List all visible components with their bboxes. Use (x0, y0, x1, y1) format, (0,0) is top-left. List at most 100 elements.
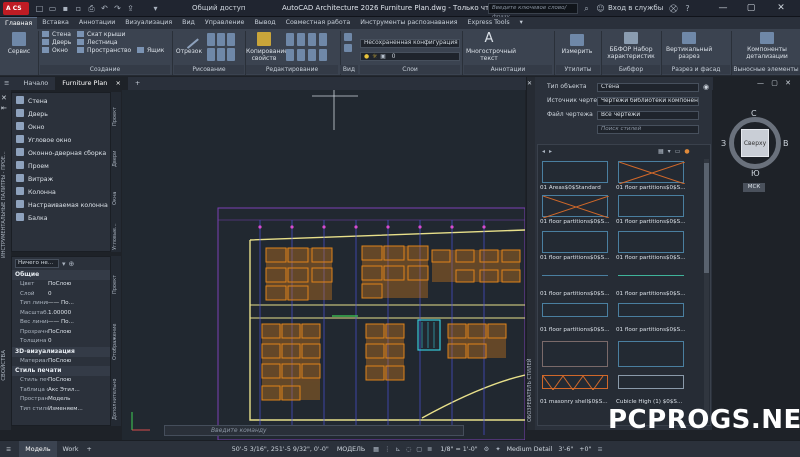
file-select[interactable]: Все чертежи (597, 111, 699, 120)
props-tab-display[interactable]: Отображение (112, 320, 120, 360)
window-tool[interactable]: Окно (42, 47, 71, 55)
bibfor-button[interactable]: ББФОР Набор характеристик (603, 32, 659, 60)
color-icon[interactable]: ● (684, 148, 689, 155)
prop-row[interactable]: Толщина 0 (12, 337, 110, 347)
workspace-icon[interactable]: ⚙ (484, 441, 490, 457)
close-button[interactable]: ✕ (770, 0, 792, 17)
scrollbar-thumb[interactable] (704, 163, 709, 273)
source-select[interactable]: Чертежи библиотеки компонен... (597, 97, 699, 106)
tab-recognition[interactable]: Инструменты распознавания (355, 17, 462, 29)
view-icon[interactable] (344, 33, 352, 41)
new-tab-button[interactable]: + (128, 77, 147, 90)
compass-east[interactable]: В (783, 139, 789, 148)
box-tool[interactable]: Ящик (137, 47, 164, 55)
polar-toggle-icon[interactable]: ◌ (406, 441, 412, 457)
style-item[interactable]: 01 floor partitions$0$S... (540, 291, 614, 297)
annotation-scale[interactable]: 1/8" = 1'-0" (440, 441, 477, 457)
back-icon[interactable]: ◂ (542, 148, 545, 155)
arc-icon[interactable] (207, 33, 215, 46)
close-tab-icon[interactable]: × (115, 79, 120, 87)
rotate-icon[interactable] (297, 33, 305, 46)
copy-icon[interactable] (286, 48, 294, 61)
palette-item-opening[interactable]: Проем (12, 160, 110, 173)
style-thumb-14[interactable] (618, 375, 684, 389)
style-item[interactable]: 01 floor partitions$0$S... (616, 327, 690, 333)
utilities-panel-label[interactable]: Утилиты (556, 65, 600, 74)
refresh-icon[interactable]: ◉ (703, 83, 709, 91)
stair-tool[interactable]: Лестница (77, 39, 131, 47)
quick-select-icon[interactable]: ▾ (62, 260, 66, 268)
type-select[interactable]: Стена (597, 83, 699, 92)
rect-icon[interactable] (227, 33, 235, 46)
palette-tab-windows[interactable]: Окна (112, 180, 120, 205)
visual-style-icon[interactable] (344, 44, 352, 52)
grid-view-icon[interactable]: ▦ (658, 148, 664, 155)
tab-list-icon[interactable]: ≡ (0, 77, 16, 90)
print-icon[interactable]: ⎙ (86, 3, 97, 14)
compass-south[interactable]: Ю (751, 169, 760, 178)
palette-item-custom-column[interactable]: Настраиваемая колонна (12, 199, 110, 212)
match-properties-button[interactable]: Копирование свойств (246, 32, 288, 62)
style-item[interactable]: 01 floor partitions$0$S... (540, 255, 614, 261)
trim-icon[interactable] (308, 33, 316, 46)
detail-components-button[interactable]: Компоненты детализации (740, 32, 794, 60)
cart-icon[interactable]: ⛒ (668, 3, 679, 14)
ortho-toggle-icon[interactable]: ⊾ (395, 441, 400, 457)
style-item[interactable]: 01 floor partitions$0$S... (616, 255, 690, 261)
style-item[interactable]: 01 floor partitions$0$S... (616, 291, 690, 297)
palette-tab-corner[interactable]: Угловые... (112, 210, 120, 250)
tab-render[interactable]: Визуализация (120, 17, 177, 29)
prop-row[interactable]: Материал ПоСлою (12, 357, 110, 367)
prop-row[interactable]: Простран...Модель (12, 395, 110, 405)
command-input[interactable]: Введите команду (164, 425, 464, 436)
spline-icon[interactable] (227, 48, 235, 61)
circle-icon[interactable] (217, 33, 225, 46)
tab-furniture-plan[interactable]: Furniture Plan × (55, 77, 128, 90)
maximize-button[interactable]: ▢ (740, 0, 762, 17)
build-panel-label[interactable]: Создание (40, 65, 170, 74)
section-panel-label[interactable]: Разрез и фасад (662, 65, 730, 74)
style-item[interactable]: 01 floor partitions$0$S... (616, 219, 690, 225)
hatch-icon[interactable] (217, 48, 225, 61)
palette-item-corner-window[interactable]: Угловое окно (12, 134, 110, 147)
move-icon[interactable] (286, 33, 294, 46)
coordinates-readout[interactable]: 50'-5 3/16", 251'-5 9/32", 0'-0" (232, 441, 329, 457)
style-item[interactable]: 01 floor partitions$0$S... (616, 185, 690, 191)
wcs-button[interactable]: МСК (743, 183, 765, 192)
compass-west[interactable]: З (721, 139, 726, 148)
search-icon[interactable]: ⌕ (581, 3, 592, 14)
palette-autohide-icon[interactable]: ⇤ (1, 104, 7, 112)
style-thumb-13[interactable] (542, 375, 608, 391)
viewcube-face[interactable]: Сверху (741, 129, 769, 157)
model-space-button[interactable]: МОДЕЛЬ (337, 441, 365, 457)
door-tool[interactable]: Дверь (42, 39, 71, 47)
display-detail[interactable]: Medium Detail (507, 441, 553, 457)
palette-item-door-window-assembly[interactable]: Оконно-дверная сборка (12, 147, 110, 160)
vp-minimize-icon[interactable]: — (757, 79, 764, 87)
prop-row[interactable]: Масштаб...1.00000 (12, 309, 110, 319)
vp-restore-icon[interactable]: ▢ (771, 79, 778, 87)
mirror-icon[interactable] (297, 48, 305, 61)
props-tab-project[interactable]: Проект (112, 264, 120, 294)
style-thumb-5[interactable] (542, 231, 608, 253)
style-item[interactable]: 01 masonry shell$0$S... (540, 399, 614, 405)
customize-status-icon[interactable]: ≡ (597, 441, 602, 457)
style-thumb-7[interactable] (542, 275, 608, 276)
lineweight-toggle-icon[interactable]: ≣ (427, 441, 432, 457)
wall-tool[interactable]: Стена (42, 31, 71, 39)
edit-panel-label[interactable]: Редактирование (246, 65, 338, 74)
palette-item-column[interactable]: Колонна (12, 186, 110, 199)
tab-home[interactable]: Главная (0, 17, 38, 29)
login-button[interactable]: Вход в службы (608, 3, 663, 14)
style-scrollbar[interactable] (704, 159, 709, 423)
share-icon[interactable]: ⇪ (125, 3, 136, 14)
prop-row[interactable]: Вес линий —— По... (12, 318, 110, 328)
prop-row[interactable]: Слой 0 (12, 290, 110, 300)
mtext-button[interactable]: A Многострочный текст (466, 32, 516, 63)
prop-row[interactable]: Тип линий —— По... (12, 299, 110, 309)
section-general[interactable]: Общие (12, 270, 110, 280)
tab-view[interactable]: Вид (177, 17, 200, 29)
prop-row[interactable]: Прозрачн...ПоСлою (12, 328, 110, 338)
snap-toggle-icon[interactable]: ⋮ (384, 441, 390, 457)
tab-output[interactable]: Вывод (249, 17, 280, 29)
